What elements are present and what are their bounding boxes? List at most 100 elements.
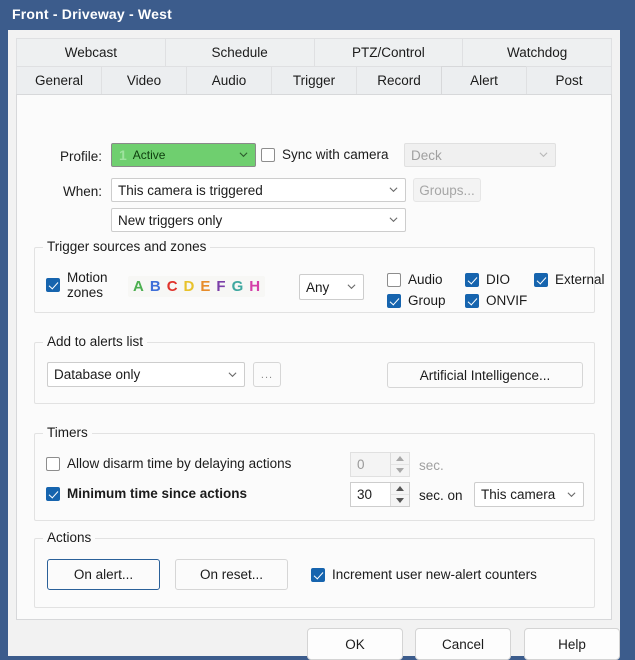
stepper-down-icon[interactable] bbox=[391, 494, 409, 506]
increment-counters-label: Increment user new-alert counters bbox=[332, 567, 537, 582]
tab-alert[interactable]: Alert bbox=[441, 66, 526, 94]
zone-letter-e[interactable]: E bbox=[200, 278, 210, 295]
tab-webcast[interactable]: Webcast bbox=[16, 38, 165, 66]
zone-letter-g[interactable]: G bbox=[232, 278, 244, 295]
tab-general[interactable]: General bbox=[16, 66, 101, 94]
tab-post[interactable]: Post bbox=[526, 66, 612, 94]
checkbox-box bbox=[46, 486, 60, 501]
profile-value: Active bbox=[132, 148, 166, 162]
disarm-seconds-value: 0 bbox=[357, 457, 365, 472]
trigger-sources-group: Trigger sources and zones Motion zones /… bbox=[34, 239, 605, 313]
groups-button[interactable]: Groups... bbox=[413, 178, 481, 202]
deck-value: Deck bbox=[411, 147, 442, 163]
external-source-checkbox[interactable]: External bbox=[534, 272, 605, 287]
dialog-window: Front - Driveway - West Webcast Schedule… bbox=[0, 0, 635, 660]
zone-letter-d[interactable]: D bbox=[184, 278, 195, 295]
checkbox-box bbox=[261, 147, 275, 162]
when-label: When: bbox=[62, 184, 102, 199]
audio-source-checkbox[interactable]: Audio bbox=[387, 272, 443, 287]
chevron-down-icon bbox=[228, 370, 237, 379]
sync-with-camera-checkbox[interactable]: Sync with camera bbox=[261, 147, 389, 162]
actions-title: Actions bbox=[43, 530, 96, 545]
when-mode-select[interactable]: New triggers only bbox=[111, 208, 406, 232]
zone-match-select[interactable]: Any bbox=[299, 274, 364, 300]
ok-button[interactable]: OK bbox=[307, 628, 403, 660]
checkbox-box bbox=[46, 456, 60, 471]
dio-source-checkbox[interactable]: DIO bbox=[465, 272, 510, 287]
minimum-scope-value: This camera bbox=[481, 487, 556, 502]
profile-select[interactable]: 1 Active bbox=[111, 143, 256, 167]
alerts-list-browse-button[interactable]: ... bbox=[253, 362, 281, 387]
timers-title: Timers bbox=[43, 425, 92, 440]
alert-tab-panel: Profile: 1 Active Sync with camera Deck … bbox=[16, 94, 612, 620]
cancel-button[interactable]: Cancel bbox=[415, 628, 511, 660]
audio-source-label: Audio bbox=[408, 272, 443, 287]
tab-schedule[interactable]: Schedule bbox=[164, 38, 314, 66]
minimum-time-checkbox[interactable]: Minimum time since actions bbox=[46, 486, 247, 501]
minimum-seconds-value: 30 bbox=[357, 487, 373, 502]
tab-strip: Webcast Schedule PTZ/Control Watchdog Ge… bbox=[16, 38, 612, 94]
tab-video[interactable]: Video bbox=[101, 66, 186, 94]
checkbox-box bbox=[465, 272, 479, 287]
zone-letter-b[interactable]: B bbox=[150, 278, 161, 295]
minimum-seconds-unit: sec. on bbox=[419, 488, 463, 503]
artificial-intelligence-button[interactable]: Artificial Intelligence... bbox=[387, 362, 583, 388]
dio-source-label: DIO bbox=[486, 272, 511, 287]
on-alert-button[interactable]: On alert... bbox=[47, 559, 160, 590]
tab-row-upper: Webcast Schedule PTZ/Control Watchdog bbox=[16, 38, 612, 66]
help-button[interactable]: Help bbox=[524, 628, 620, 660]
timers-group: Timers Allow disarm time by delaying act… bbox=[34, 425, 595, 521]
onvif-source-checkbox[interactable]: ONVIF bbox=[465, 293, 527, 308]
zone-letter-f[interactable]: F bbox=[216, 278, 225, 295]
group-source-checkbox[interactable]: Group bbox=[387, 293, 446, 308]
checkbox-box bbox=[387, 293, 401, 308]
tab-record[interactable]: Record bbox=[356, 66, 441, 94]
actions-group: Actions On alert... On reset... Incremen… bbox=[34, 530, 595, 608]
chevron-down-icon bbox=[389, 185, 398, 194]
tab-ptz-control[interactable]: PTZ/Control bbox=[313, 38, 463, 66]
checkbox-box bbox=[534, 272, 548, 287]
tab-trigger[interactable]: Trigger bbox=[271, 66, 356, 94]
external-source-label: External bbox=[555, 272, 605, 287]
profile-label: Profile: bbox=[59, 149, 102, 164]
motion-zone-letters[interactable]: A B C D E F G H bbox=[128, 276, 266, 297]
alerts-list-group: Add to alerts list Database only ... Art… bbox=[34, 334, 595, 404]
profile-number-badge: 1 bbox=[119, 147, 127, 163]
checkbox-box bbox=[465, 293, 479, 308]
window-title: Front - Driveway - West bbox=[12, 6, 172, 22]
chevron-down-icon bbox=[389, 215, 398, 224]
deck-select[interactable]: Deck bbox=[404, 143, 556, 167]
tab-row-lower: General Video Audio Trigger Record Alert… bbox=[16, 66, 612, 94]
sync-with-camera-label: Sync with camera bbox=[282, 147, 389, 162]
checkbox-box bbox=[387, 272, 401, 287]
disarm-seconds-unit: sec. bbox=[419, 458, 444, 473]
zone-letter-h[interactable]: H bbox=[249, 278, 260, 295]
chevron-down-icon bbox=[567, 490, 576, 499]
zone-letter-c[interactable]: C bbox=[167, 278, 178, 295]
alerts-list-select[interactable]: Database only bbox=[47, 362, 245, 387]
minimum-time-label: Minimum time since actions bbox=[67, 486, 248, 501]
stepper-buttons bbox=[390, 453, 409, 476]
disarm-seconds-stepper[interactable]: 0 bbox=[350, 452, 410, 477]
allow-disarm-checkbox[interactable]: Allow disarm time by delaying actions bbox=[46, 456, 291, 471]
group-source-label: Group bbox=[408, 293, 446, 308]
onvif-source-label: ONVIF bbox=[486, 293, 528, 308]
minimum-seconds-stepper[interactable]: 30 bbox=[350, 482, 410, 507]
when-mode-value: New triggers only bbox=[118, 212, 223, 228]
tab-watchdog[interactable]: Watchdog bbox=[462, 38, 612, 66]
on-reset-button[interactable]: On reset... bbox=[175, 559, 288, 590]
increment-counters-checkbox[interactable]: Increment user new-alert counters bbox=[311, 567, 537, 582]
stepper-up-icon[interactable] bbox=[391, 483, 409, 494]
when-condition-value: This camera is triggered bbox=[118, 182, 263, 198]
allow-disarm-label: Allow disarm time by delaying actions bbox=[67, 456, 292, 471]
motion-zones-checkbox[interactable]: Motion zones bbox=[46, 270, 108, 300]
checkbox-box bbox=[46, 278, 60, 292]
stepper-down-icon[interactable] bbox=[391, 464, 409, 476]
when-condition-select[interactable]: This camera is triggered bbox=[111, 178, 406, 202]
checkbox-box bbox=[311, 567, 325, 582]
stepper-buttons bbox=[390, 483, 409, 506]
tab-audio[interactable]: Audio bbox=[186, 66, 271, 94]
minimum-scope-select[interactable]: This camera bbox=[474, 482, 584, 507]
stepper-up-icon[interactable] bbox=[391, 453, 409, 464]
zone-letter-a[interactable]: A bbox=[133, 278, 144, 295]
